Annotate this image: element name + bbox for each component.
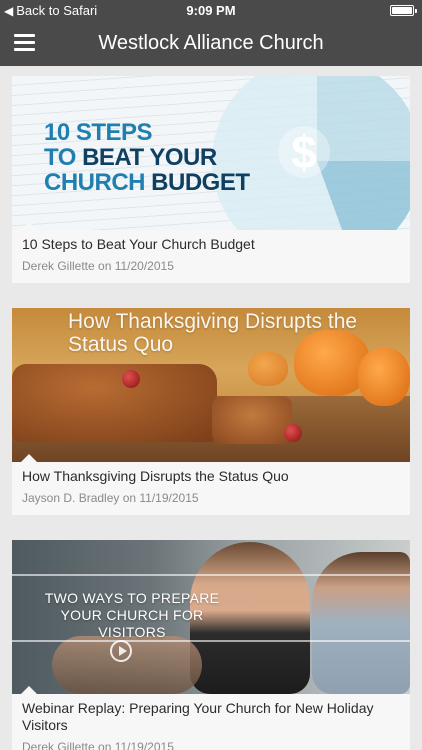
- article-meta: Derek Gillette on 11/20/2015: [22, 259, 174, 273]
- bread-loaf-graphic: [12, 364, 217, 442]
- dollar-sign-icon: $: [278, 126, 330, 178]
- bread-slice-graphic: [212, 396, 292, 444]
- page-title: Westlock Alliance Church: [98, 32, 324, 54]
- card-notch: [21, 686, 37, 694]
- thumbnail-headline: How Thanksgiving Disrupts the Status Quo: [68, 310, 358, 356]
- card-notch: [21, 454, 37, 462]
- article-title[interactable]: Webinar Replay: Preparing Your Church fo…: [12, 694, 410, 734]
- cranberry-graphic: [284, 424, 302, 442]
- pumpkin-graphic: [248, 352, 288, 386]
- article-title[interactable]: How Thanksgiving Disrupts the Status Quo: [12, 462, 410, 485]
- card-notch: [21, 222, 37, 230]
- battery-icon: [390, 5, 417, 16]
- status-bar: ◀ Back to Safari 9:09 PM: [0, 0, 422, 20]
- article-thumbnail[interactable]: How Thanksgiving Disrupts the Status Quo: [12, 308, 410, 462]
- divider-line: [12, 574, 410, 576]
- article-title[interactable]: 10 Steps to Beat Your Church Budget: [12, 230, 410, 253]
- article-meta: Jayson D. Bradley on 11/19/2015: [22, 491, 199, 505]
- clock: 9:09 PM: [186, 3, 236, 18]
- article-thumbnail[interactable]: TWO WAYS TO PREPARE YOUR CHURCH FOR VISI…: [12, 540, 410, 694]
- article-meta: Derek Gillette on 11/19/2015: [22, 740, 174, 750]
- pumpkin-graphic: [358, 348, 410, 406]
- article-card[interactable]: $ 10 STEPS TO BEAT YOUR CHURCH BUDGET 10…: [12, 76, 410, 283]
- thumbnail-headline: TWO WAYS TO PREPARE YOUR CHURCH FOR VISI…: [44, 590, 220, 640]
- nav-bar: Westlock Alliance Church: [0, 20, 422, 66]
- article-card[interactable]: TWO WAYS TO PREPARE YOUR CHURCH FOR VISI…: [12, 540, 410, 750]
- article-card[interactable]: How Thanksgiving Disrupts the Status Quo…: [12, 308, 410, 515]
- article-thumbnail[interactable]: $ 10 STEPS TO BEAT YOUR CHURCH BUDGET: [12, 76, 410, 230]
- thumbnail-headline: 10 STEPS TO BEAT YOUR CHURCH BUDGET: [44, 119, 250, 196]
- play-icon[interactable]: [110, 640, 132, 662]
- article-feed[interactable]: $ 10 STEPS TO BEAT YOUR CHURCH BUDGET 10…: [0, 66, 422, 750]
- cranberry-graphic: [122, 370, 140, 388]
